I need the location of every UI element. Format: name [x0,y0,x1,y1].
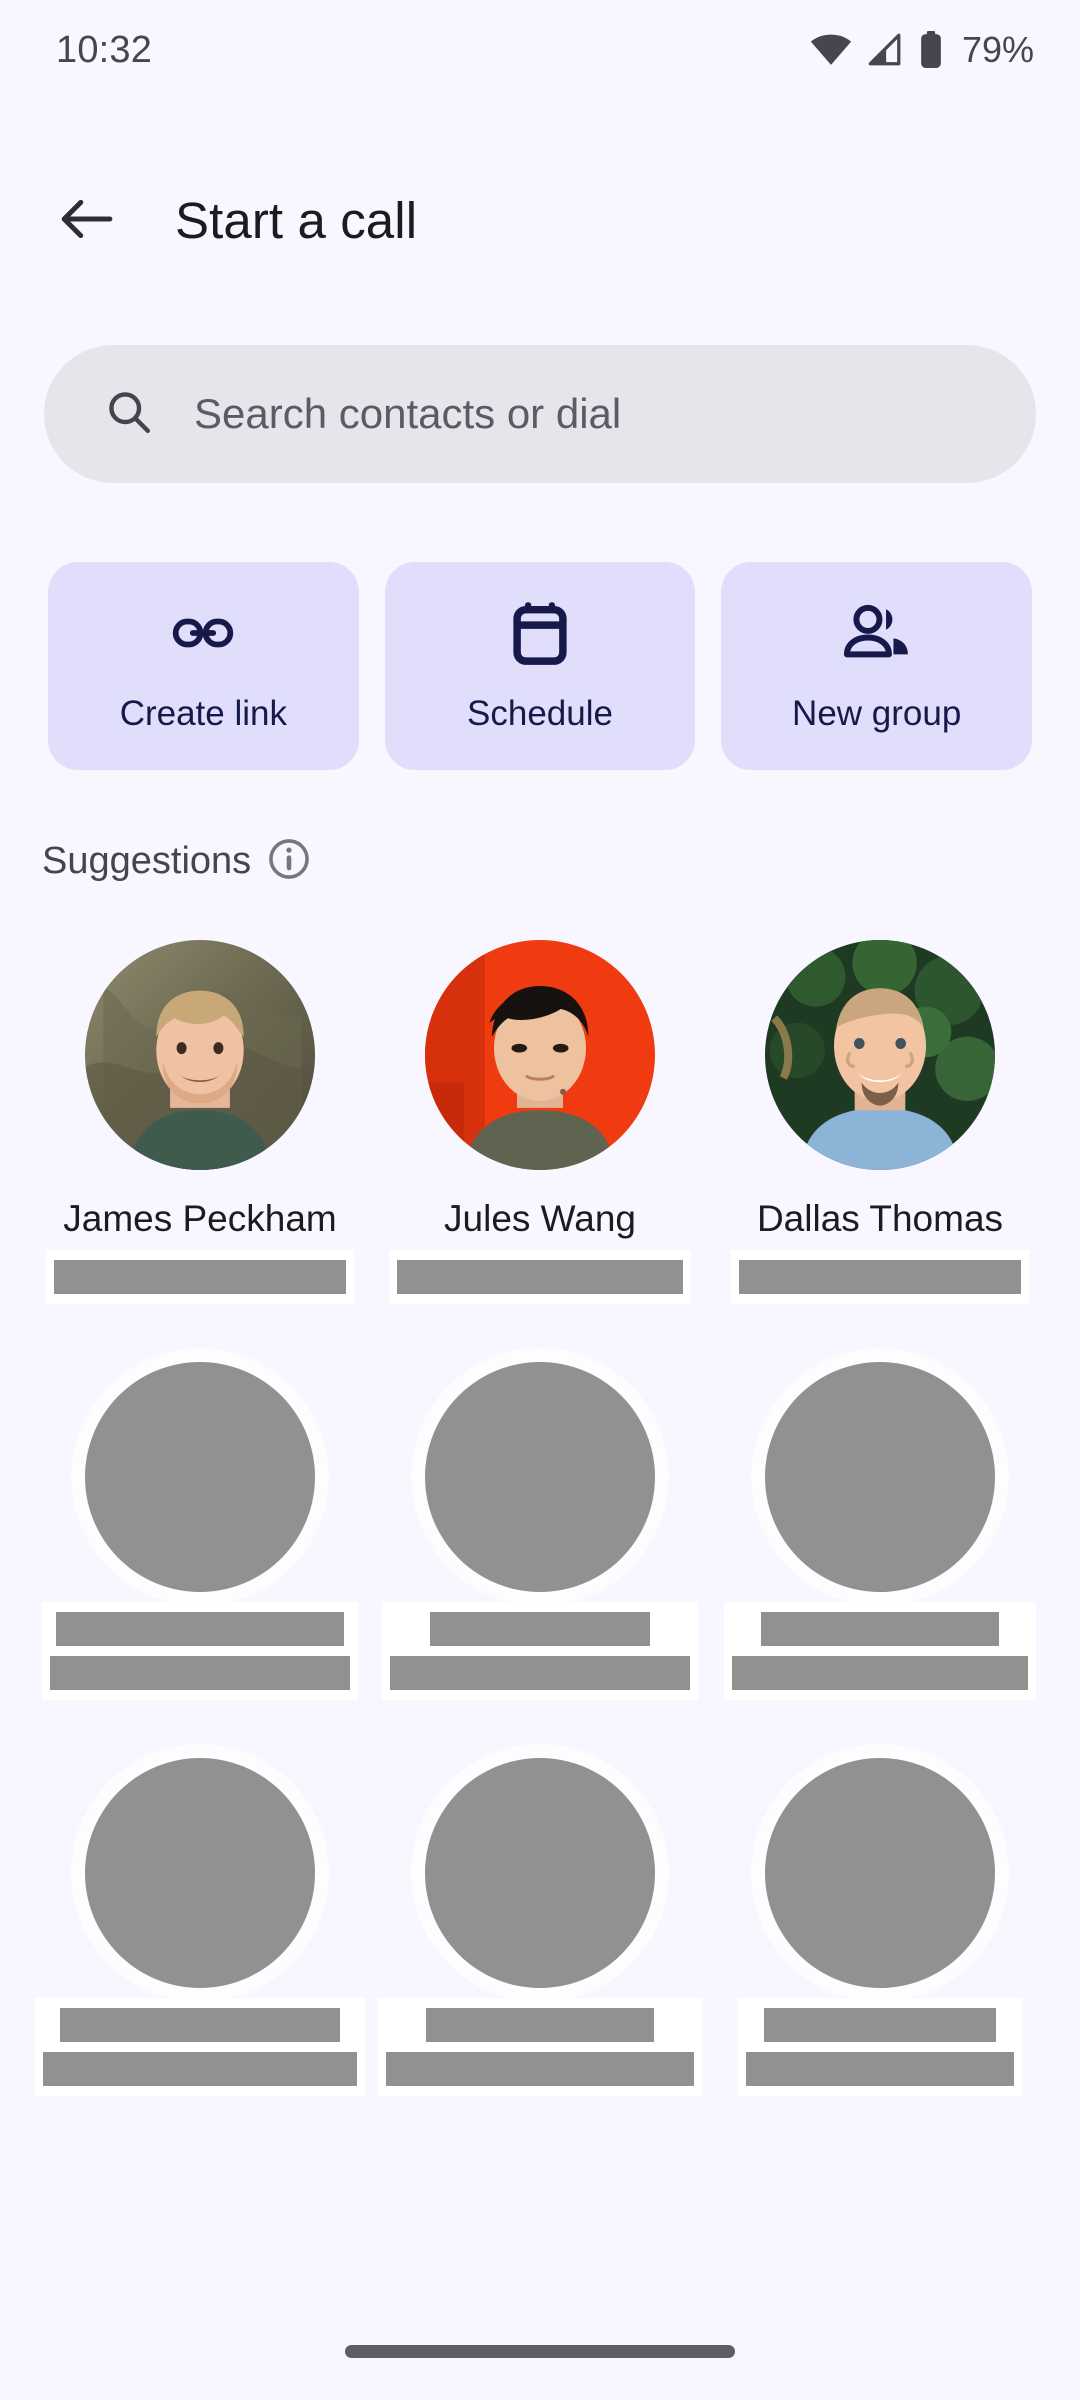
redaction-bar [390,1656,690,1690]
contact-item[interactable]: Jules Wang [370,940,710,1304]
status-bar: 10:32 79% [0,0,1080,100]
battery-icon [918,31,944,69]
avatar [765,940,995,1170]
redacted-detail [724,1602,1036,1700]
suggestions-title: Suggestions [42,840,252,882]
start-a-call-screen: 10:32 79% Start a call Search contacts o… [0,0,1080,2400]
contact-name: Jules Wang [444,1198,636,1239]
schedule-label: Schedule [467,694,613,733]
wifi-icon [810,34,852,66]
search-icon [106,389,152,440]
redacted-detail [35,1998,365,2096]
contact-item[interactable] [30,1758,370,2096]
redaction-bar [56,1612,344,1646]
info-icon[interactable] [268,838,310,885]
calendar-icon [509,598,571,668]
redaction-bar [764,2008,996,2042]
new-group-label: New group [792,694,962,733]
redaction-bar [746,2052,1014,2086]
avatar [425,940,655,1170]
redaction-bar [386,2052,694,2086]
status-time: 10:32 [56,28,153,71]
placeholder-avatar [765,1362,995,1592]
redaction-bar [54,1260,346,1294]
create-link-button[interactable]: Create link [48,562,359,770]
contact-item[interactable] [710,1758,1050,2096]
home-gesture-bar[interactable] [345,2345,735,2358]
search-input[interactable]: Search contacts or dial [44,345,1036,483]
redaction-bar [761,1612,999,1646]
link-icon [171,598,235,668]
redaction-bar [397,1260,683,1294]
contact-name: Dallas Thomas [756,1198,1004,1239]
contact-item[interactable] [370,1362,710,1700]
contact-item[interactable] [370,1758,710,2096]
redaction-bar [430,1612,650,1646]
suggestions-header: Suggestions [42,838,310,885]
schedule-button[interactable]: Schedule [384,562,696,770]
placeholder-avatar [425,1758,655,1988]
search-placeholder: Search contacts or dial [194,390,622,437]
redacted-detail [389,1250,691,1304]
page-title: Start a call [175,191,418,249]
placeholder-avatar [85,1362,315,1592]
redaction-bar [50,1656,350,1690]
redaction-bar [60,2008,340,2042]
new-group-button[interactable]: New group [721,562,1033,770]
contact-item[interactable]: Dallas Thomas [710,940,1050,1304]
create-link-label: Create link [119,694,287,733]
redacted-detail [738,1998,1022,2096]
placeholder-avatar [85,1758,315,1988]
redaction-bar [43,2052,357,2086]
redacted-detail [46,1250,354,1304]
redaction-bar [739,1260,1021,1294]
battery-percentage: 79% [961,29,1034,70]
back-button[interactable] [44,177,130,263]
redacted-detail [42,1602,358,1700]
placeholder-avatar [765,1758,995,1988]
redacted-detail [731,1250,1029,1304]
status-icons: 79% [810,29,1034,71]
redaction-bar [732,1656,1028,1690]
contact-item[interactable]: James Peckham [30,940,370,1304]
avatar [85,940,315,1170]
back-arrow-icon [60,195,114,246]
cellular-signal-icon [866,33,904,67]
contact-item[interactable] [30,1362,370,1700]
placeholder-avatar [425,1362,655,1592]
redaction-bar [426,2008,654,2042]
people-group-icon [842,598,912,668]
contact-item[interactable] [710,1362,1050,1700]
redacted-detail [382,1602,698,1700]
suggestions-grid: James Peckham Jules Wang Dallas Thomas [30,940,1050,2096]
contact-name: James Peckham [63,1198,337,1239]
quick-actions: Create link Schedule New group [48,562,1033,770]
app-header: Start a call [0,155,1080,285]
redacted-detail [378,1998,702,2096]
